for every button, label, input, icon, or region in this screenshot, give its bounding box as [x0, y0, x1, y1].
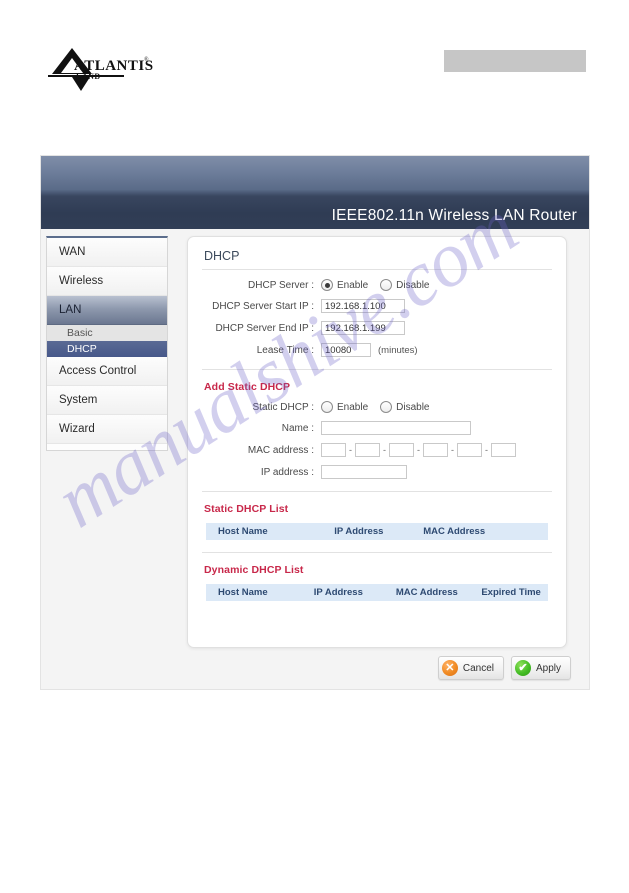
divider	[202, 269, 552, 270]
divider	[202, 491, 552, 492]
table-header-row: Host Name IP Address MAC Address Expired…	[206, 584, 548, 601]
circle-check-icon: ✔	[514, 660, 531, 676]
radio-indicator	[380, 401, 393, 413]
sidebar-item-label: WAN	[59, 246, 86, 258]
radio-label: Enable	[337, 279, 369, 291]
lease-time-unit: (minutes)	[378, 344, 418, 356]
svg-text:LAND: LAND	[76, 72, 101, 81]
mac-segment-4[interactable]	[423, 443, 448, 457]
divider	[202, 552, 552, 553]
sidebar-item-lan[interactable]: LAN	[47, 296, 167, 325]
radio-label: Disable	[396, 401, 430, 413]
mac-separator: -	[451, 445, 454, 455]
dhcp-start-ip-label: DHCP Server Start IP :	[212, 300, 314, 312]
static-ip-input[interactable]	[321, 465, 407, 479]
column-ip-address: IP Address	[322, 523, 412, 540]
page-header: ATLANTIS ® LAND	[0, 0, 629, 140]
sidebar-item-access-control[interactable]: Access Control	[47, 357, 167, 386]
apply-button[interactable]: ✔ Apply	[510, 656, 571, 680]
dhcp-end-ip-input[interactable]	[321, 321, 405, 335]
cancel-button-label: Cancel	[462, 662, 494, 674]
sidebar-item-label: Access Control	[59, 365, 137, 377]
sidebar-item-label: Wizard	[59, 423, 95, 435]
column-mac-address: MAC Address	[411, 523, 501, 540]
static-name-input[interactable]	[321, 421, 471, 435]
apply-button-label: Apply	[535, 662, 561, 674]
radio-label: Enable	[337, 401, 369, 413]
static-dhcp-list-table: Host Name IP Address MAC Address	[206, 523, 548, 540]
mac-separator: -	[485, 445, 488, 455]
mac-separator: -	[417, 445, 420, 455]
static-name-label: Name :	[281, 422, 314, 434]
header-gray-placeholder	[444, 50, 586, 72]
mac-separator: -	[349, 445, 352, 455]
dhcp-server-row: DHCP Server : Enable Disable	[202, 279, 552, 291]
dhcp-server-enable-radio[interactable]: Enable	[321, 279, 368, 291]
radio-indicator	[380, 279, 393, 291]
ui-banner: IEEE802.11n Wireless LAN Router	[41, 156, 589, 229]
sidebar-subitem-label: Basic	[67, 327, 93, 339]
mac-segment-1[interactable]	[321, 443, 346, 457]
lease-time-input[interactable]	[321, 343, 371, 357]
mac-segment-6[interactable]	[491, 443, 516, 457]
static-mac-row: MAC address : - - - - -	[202, 443, 552, 457]
dhcp-server-label: DHCP Server :	[248, 279, 314, 291]
mac-segment-2[interactable]	[355, 443, 380, 457]
table-header-row: Host Name IP Address MAC Address	[206, 523, 548, 540]
sidebar-item-label: Wireless	[59, 275, 104, 287]
sidebar-subitem-label: DHCP	[67, 343, 97, 355]
dhcp-end-ip-label: DHCP Server End IP :	[215, 322, 314, 334]
dhcp-end-ip-row: DHCP Server End IP :	[202, 321, 552, 335]
sidebar-item-label: LAN	[59, 304, 82, 316]
circle-x-icon: ✕	[441, 660, 458, 676]
static-dhcp-list-heading: Static DHCP List	[204, 503, 289, 515]
dynamic-dhcp-list-heading: Dynamic DHCP List	[204, 564, 304, 576]
mac-segment-3[interactable]	[389, 443, 414, 457]
static-mac-label: MAC address :	[247, 444, 314, 456]
radio-indicator	[321, 279, 333, 291]
sidebar-item-wizard[interactable]: Wizard	[47, 415, 167, 444]
router-web-ui: IEEE802.11n Wireless LAN Router WAN Wire…	[40, 155, 590, 690]
radio-label: Disable	[396, 279, 430, 291]
svg-text:®: ®	[144, 56, 149, 63]
atlantis-land-logo: ATLANTIS ® LAND	[48, 46, 158, 94]
mac-separator: -	[383, 445, 386, 455]
cancel-button[interactable]: ✕ Cancel	[437, 656, 504, 680]
dhcp-server-disable-radio[interactable]: Disable	[380, 279, 430, 291]
panel-title: DHCP	[204, 249, 240, 263]
static-dhcp-row: Static DHCP : Enable Disable	[202, 401, 552, 413]
mac-segment-5[interactable]	[457, 443, 482, 457]
lease-time-row: Lease Time : (minutes)	[202, 343, 552, 357]
dhcp-start-ip-input[interactable]	[321, 299, 405, 313]
banner-title: IEEE802.11n Wireless LAN Router	[331, 207, 577, 224]
dhcp-start-ip-row: DHCP Server Start IP :	[202, 299, 552, 313]
static-dhcp-disable-radio[interactable]: Disable	[380, 401, 430, 413]
sidebar-subitem-basic[interactable]: Basic	[47, 325, 167, 341]
static-ip-label: IP address :	[260, 466, 314, 478]
static-ip-row: IP address :	[202, 465, 552, 479]
static-dhcp-enable-radio[interactable]: Enable	[321, 401, 368, 413]
column-mac-address: MAC Address	[383, 584, 470, 601]
column-ip-address: IP Address	[301, 584, 384, 601]
sidebar-item-wireless[interactable]: Wireless	[47, 267, 167, 296]
lease-time-label: Lease Time :	[256, 344, 314, 356]
sidebar-item-system[interactable]: System	[47, 386, 167, 415]
column-host-name: Host Name	[206, 523, 323, 540]
divider	[202, 369, 552, 370]
static-name-row: Name :	[202, 421, 552, 435]
column-host-name: Host Name	[206, 584, 302, 601]
dynamic-dhcp-list-table: Host Name IP Address MAC Address Expired…	[206, 584, 548, 601]
form-action-bar: ✕ Cancel ✔ Apply	[437, 656, 571, 680]
dhcp-settings-panel: DHCP DHCP Server : Enable Disable DHCP S…	[187, 236, 567, 648]
column-spacer	[500, 523, 548, 540]
column-expired-time: Expired Time	[469, 584, 548, 601]
add-static-dhcp-heading: Add Static DHCP	[204, 381, 291, 393]
radio-indicator	[321, 401, 333, 413]
sidebar-nav: WAN Wireless LAN Basic DHCP Access Contr…	[46, 236, 168, 451]
sidebar-item-wan[interactable]: WAN	[47, 238, 167, 267]
static-dhcp-label: Static DHCP :	[252, 401, 315, 413]
sidebar-subitem-dhcp[interactable]: DHCP	[47, 341, 167, 357]
sidebar-item-label: System	[59, 394, 98, 406]
